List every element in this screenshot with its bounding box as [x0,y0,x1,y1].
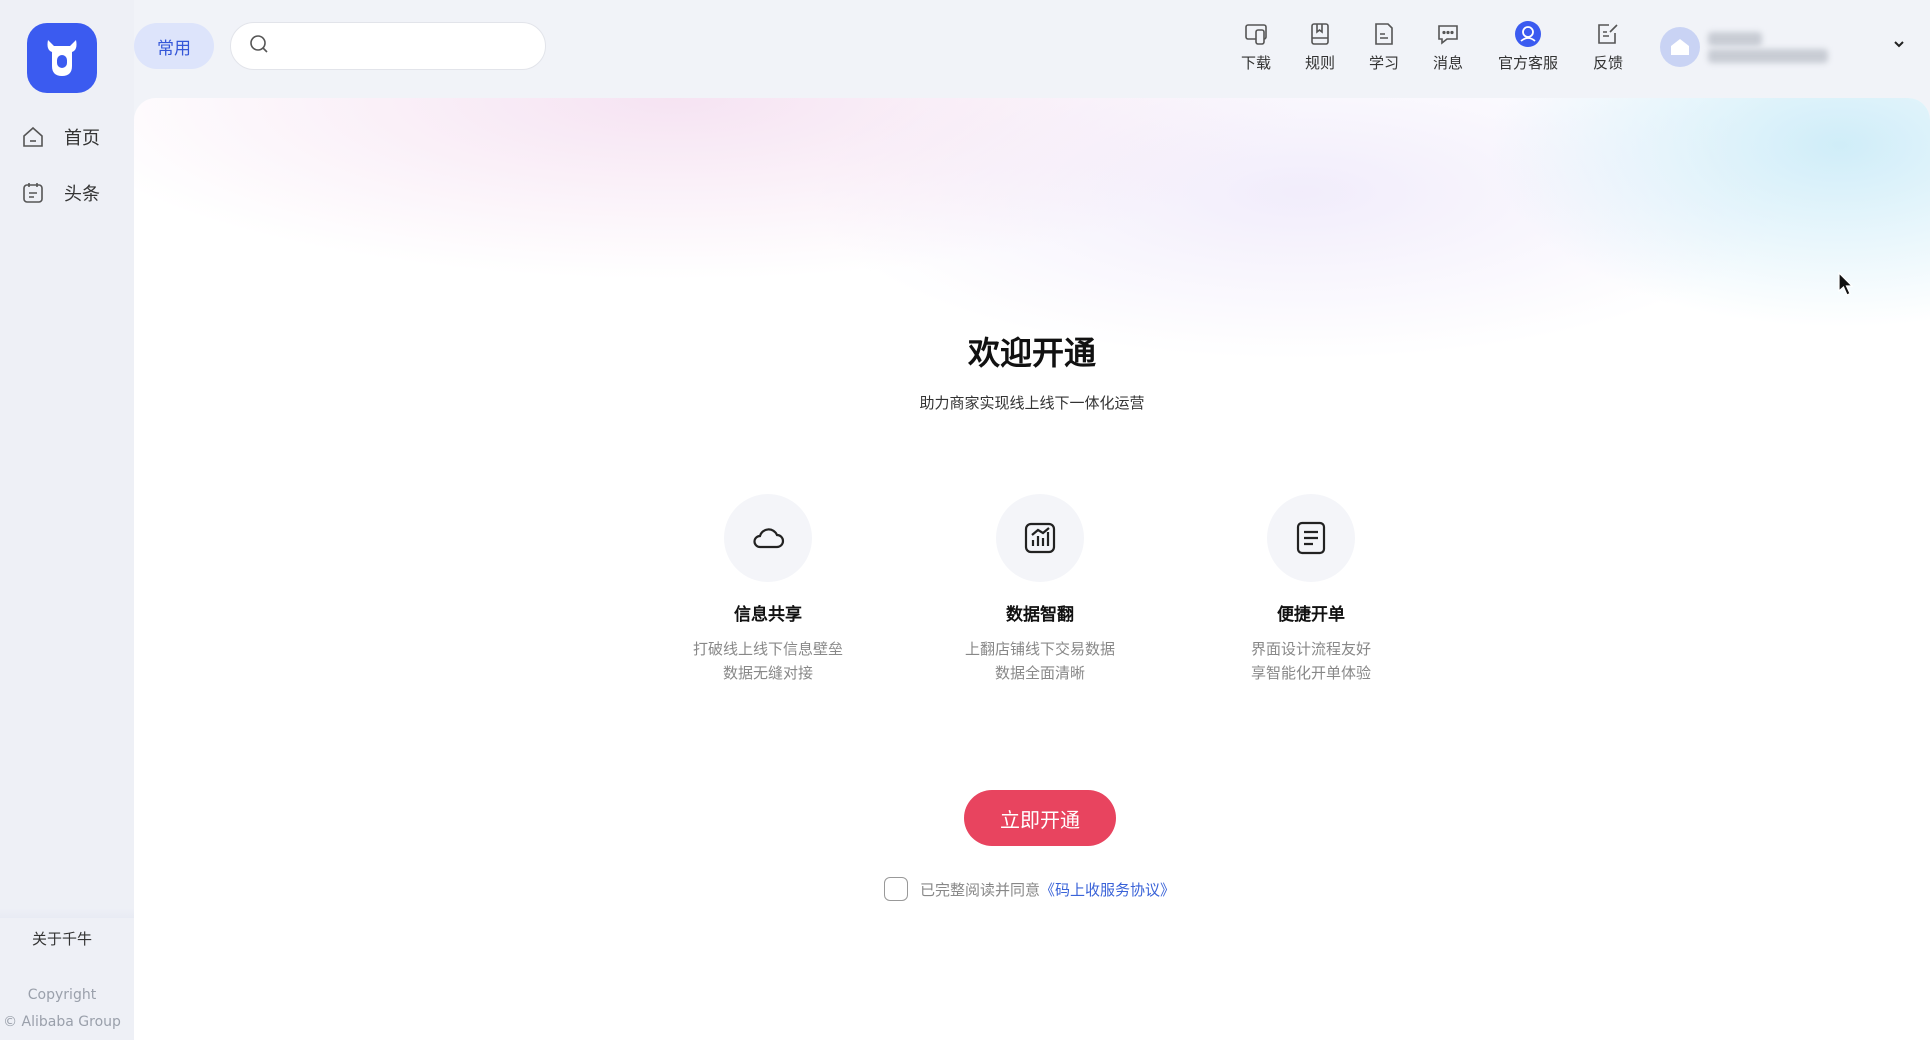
feature-desc-line: 数据全面清晰 [994,664,1085,682]
document-icon [1296,521,1326,555]
cloud-icon [753,528,785,549]
sidebar: 首页 头条 关于千牛 Copyright © Alibaba Group [0,0,134,1040]
feature-desc-line: 享智能化开单体验 [1250,664,1371,682]
copyright: Copyright © Alibaba Group [0,982,124,1036]
search-icon [249,34,269,58]
learn-button[interactable]: 学习 [1352,20,1416,76]
service-agreement-link[interactable]: 《码上收服务协议》 [1040,879,1175,900]
mouse-cursor-icon [1838,271,1854,300]
customer-service-button[interactable]: 官方客服 [1496,20,1560,76]
feature-desc-line: 数据无缝对接 [722,664,813,682]
feature-data-smart: 数据智翻 上翻店铺线下交易数据 数据全面清晰 [940,494,1140,685]
feature-desc: 上翻店铺线下交易数据 数据全面清晰 [940,637,1140,685]
sidebar-item-label: 头条 [64,184,100,205]
search-box[interactable] [230,22,546,70]
agreement-checkbox[interactable] [884,877,908,901]
agreement-row: 已完整阅读并同意 《码上收服务协议》 [884,876,1175,902]
feature-desc-line: 界面设计流程友好 [1250,640,1371,658]
search-input[interactable] [279,37,539,55]
copyright-line: Copyright [27,987,97,1003]
feature-quick-order: 便捷开单 界面设计流程友好 享智能化开单体验 [1211,494,1411,685]
sidebar-item-news[interactable]: 头条 [20,176,120,210]
avatar [1660,27,1700,67]
feature-title: 数据智翻 [1006,605,1074,625]
common-button[interactable]: 常用 [134,23,214,69]
feature-title: 便捷开单 [1277,605,1345,625]
customer-service-icon [1514,20,1542,48]
tool-label: 反馈 [1592,54,1623,72]
feature-icon-circle [1267,494,1355,582]
feature-desc-line: 打破线上线下信息壁垒 [692,640,843,658]
feature-title: 信息共享 [734,605,802,625]
shop-icon [1671,39,1689,55]
feature-info-share: 信息共享 打破线上线下信息壁垒 数据无缝对接 [668,494,868,685]
sidebar-divider [0,908,134,918]
tool-label: 官方客服 [1497,54,1558,72]
chart-icon [1024,522,1056,554]
rules-button[interactable]: 规则 [1288,20,1352,76]
message-bubble-icon [1434,20,1462,48]
page-subtitle: 助力商家实现线上线下一体化运营 [919,394,1145,412]
sidebar-item-label: 首页 [64,128,100,149]
download-device-icon [1242,20,1270,48]
feature-desc: 界面设计流程友好 享智能化开单体验 [1211,637,1411,685]
sidebar-item-home[interactable]: 首页 [20,120,120,154]
feedback-button[interactable]: 反馈 [1576,20,1640,76]
rules-book-icon [1306,20,1334,48]
learn-doc-icon [1370,20,1398,48]
main-panel: 欢迎开通 助力商家实现线上线下一体化运营 信息共享 打破线上线下信息壁垒 数据无… [134,98,1930,1040]
user-info-blurred [1708,29,1838,66]
feedback-edit-icon [1594,20,1622,48]
feature-icon-circle [724,494,812,582]
tool-label: 学习 [1368,54,1399,72]
news-icon [20,180,46,206]
user-menu[interactable] [1660,22,1910,72]
qianniu-logo[interactable] [27,23,97,93]
activate-now-button[interactable]: 立即开通 [964,790,1116,846]
tool-label: 消息 [1432,54,1463,72]
chevron-down-icon [1892,36,1906,55]
feature-desc-line: 上翻店铺线下交易数据 [964,640,1115,658]
page-title: 欢迎开通 [967,334,1096,372]
tool-label: 规则 [1304,54,1335,72]
message-button[interactable]: 消息 [1416,20,1480,76]
bull-logo-icon [47,40,77,76]
feature-icon-circle [996,494,1084,582]
copyright-line: © Alibaba Group [3,1014,121,1030]
about-link[interactable]: 关于千牛 [0,928,124,949]
feature-desc: 打破线上线下信息壁垒 数据无缝对接 [668,637,868,685]
agreement-text: 已完整阅读并同意 [920,880,1041,899]
download-button[interactable]: 下载 [1224,20,1288,76]
tool-label: 下载 [1240,54,1271,72]
home-icon [20,124,46,150]
